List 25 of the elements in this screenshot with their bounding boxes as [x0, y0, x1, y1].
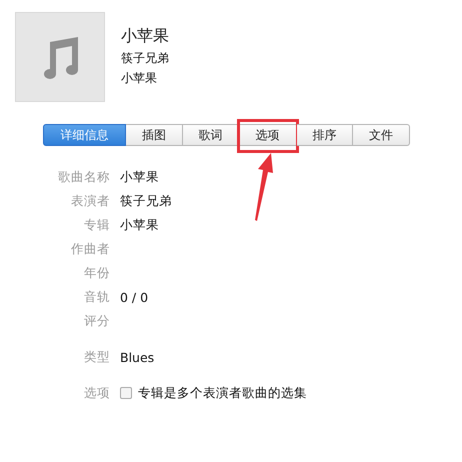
album-name: 小苹果 [121, 70, 158, 87]
artist-name: 筷子兄弟 [121, 50, 169, 67]
checkbox-label[interactable]: 专辑是多个表演者歌曲的选集 [138, 384, 307, 402]
field-label: 表演者 [70, 192, 110, 210]
field-value: 小苹果 [120, 168, 159, 186]
field-value: Blues [120, 350, 154, 364]
field-value: 小苹果 [120, 216, 159, 234]
field-label: 作曲者 [70, 240, 110, 258]
tab[interactable]: 插图 [126, 124, 183, 146]
song-title: 小苹果 [121, 26, 169, 47]
tab[interactable]: 文件 [353, 124, 410, 146]
tab[interactable]: 排序 [297, 124, 353, 146]
field-value: 0 / 0 [120, 290, 148, 304]
field-label: 评分 [83, 312, 110, 330]
checkbox[interactable] [120, 387, 132, 399]
field-value: 筷子兄弟 [120, 192, 172, 210]
field-label: 年份 [83, 264, 110, 282]
field-label: 选项 [83, 384, 110, 402]
tab[interactable]: 选项 [239, 124, 297, 146]
pointer-arrow [253, 153, 273, 221]
tab[interactable]: 歌词 [183, 124, 239, 146]
field-label: 歌曲名称 [57, 168, 110, 186]
field-label: 专辑 [83, 216, 110, 234]
field-label: 类型 [83, 348, 110, 366]
field-label: 音轨 [83, 288, 110, 306]
